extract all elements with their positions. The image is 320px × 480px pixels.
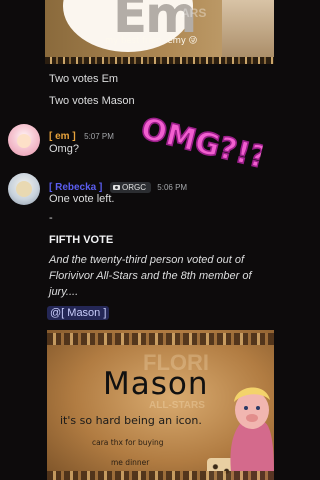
message-heading: FIFTH VOTE xyxy=(49,234,114,246)
timestamp: 5:07 PM xyxy=(84,132,114,141)
greek-key-border xyxy=(45,57,274,64)
sticker-text: OMG?!? xyxy=(137,111,267,176)
timestamp: 5:06 PM xyxy=(157,183,188,192)
bottom-image-attachment[interactable]: FLORI ALL-STARS Mason it's so hard being… xyxy=(47,330,274,480)
role-tag[interactable]: ORGC xyxy=(109,182,152,193)
image-caption: my best frien- emy 😜 xyxy=(105,36,198,46)
greek-key-border xyxy=(47,333,274,345)
avatar[interactable] xyxy=(8,173,40,205)
omg-sticker: OMG?!? xyxy=(137,110,268,177)
message-header: [ em ] 5:07 PM xyxy=(49,126,114,144)
username[interactable]: [ Rebecka ] xyxy=(49,182,102,193)
message-text: Omg? xyxy=(49,143,79,155)
greek-key-border xyxy=(47,471,274,480)
message-line: Two votes Em xyxy=(49,73,119,85)
puppet-character-illustration xyxy=(230,387,274,480)
message-line: Two votes Mason xyxy=(49,95,135,107)
image-ghost-text: ARS xyxy=(181,6,207,20)
top-image-attachment[interactable]: Em ARS my best frien- emy 😜 xyxy=(45,0,274,64)
camera-icon xyxy=(112,185,120,190)
avatar[interactable] xyxy=(8,124,40,156)
username[interactable]: [ em ] xyxy=(49,131,76,142)
role-tag-label: ORGC xyxy=(122,183,147,192)
image-quote: it's so hard being an icon. xyxy=(60,414,202,427)
image-note: cara thx for buying xyxy=(92,438,164,447)
message-text: One vote left. xyxy=(49,193,115,205)
image-title: Mason xyxy=(103,366,209,402)
avatar-face xyxy=(16,181,32,197)
avatar-face xyxy=(17,134,31,148)
message-italic-body: And the twenty-third person voted out of… xyxy=(49,254,252,298)
image-note: me dinner xyxy=(111,458,150,467)
user-mention[interactable]: @[ Mason ] xyxy=(47,306,110,320)
message-dash: - xyxy=(49,212,53,224)
image-person-photo xyxy=(222,0,274,64)
